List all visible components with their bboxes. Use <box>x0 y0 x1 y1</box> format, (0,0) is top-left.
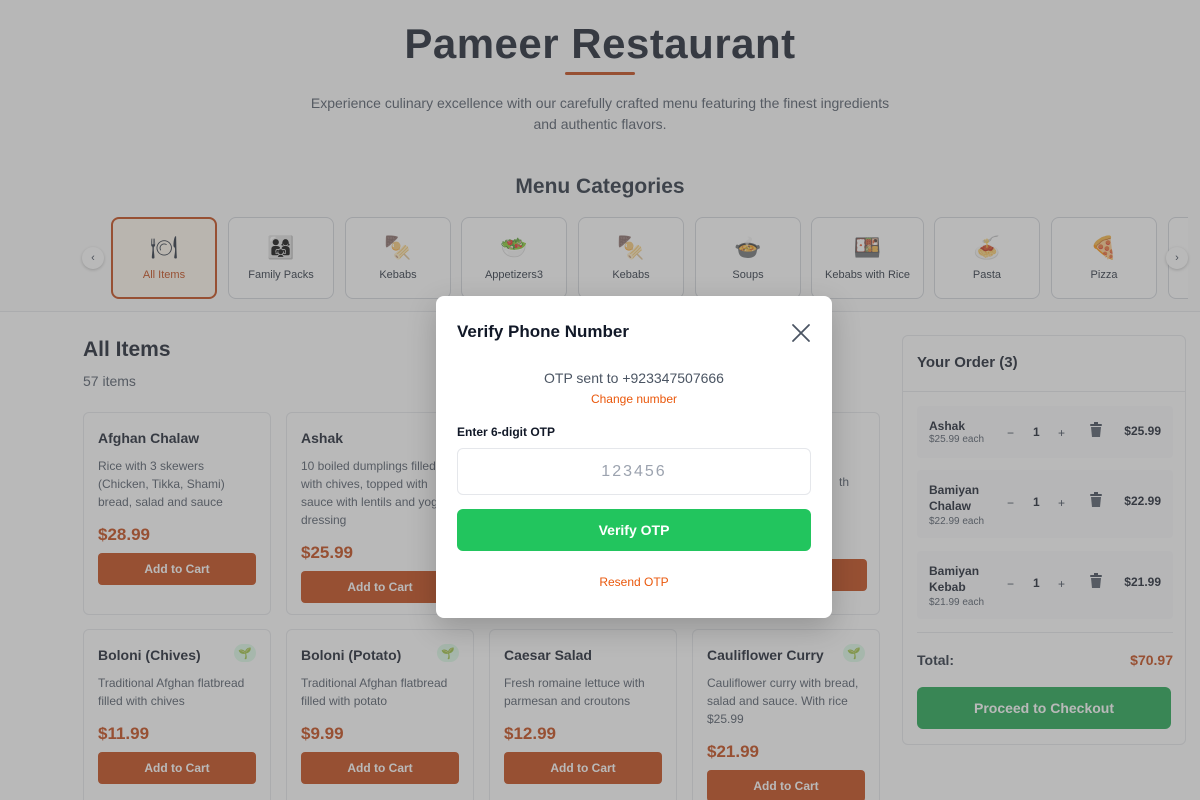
otp-field-label: Enter 6-digit OTP <box>457 425 556 439</box>
change-number-link[interactable]: Change number <box>436 392 832 406</box>
resend-otp-link[interactable]: Resend OTP <box>436 575 832 589</box>
otp-input[interactable] <box>457 448 811 495</box>
otp-sent-text: OTP sent to +923347507666 <box>544 370 724 386</box>
close-icon[interactable] <box>790 322 812 344</box>
modal-title: Verify Phone Number <box>457 322 629 341</box>
verify-phone-modal: Verify Phone Number OTP sent to +9233475… <box>436 296 832 618</box>
verify-otp-button[interactable]: Verify OTP <box>457 509 811 551</box>
